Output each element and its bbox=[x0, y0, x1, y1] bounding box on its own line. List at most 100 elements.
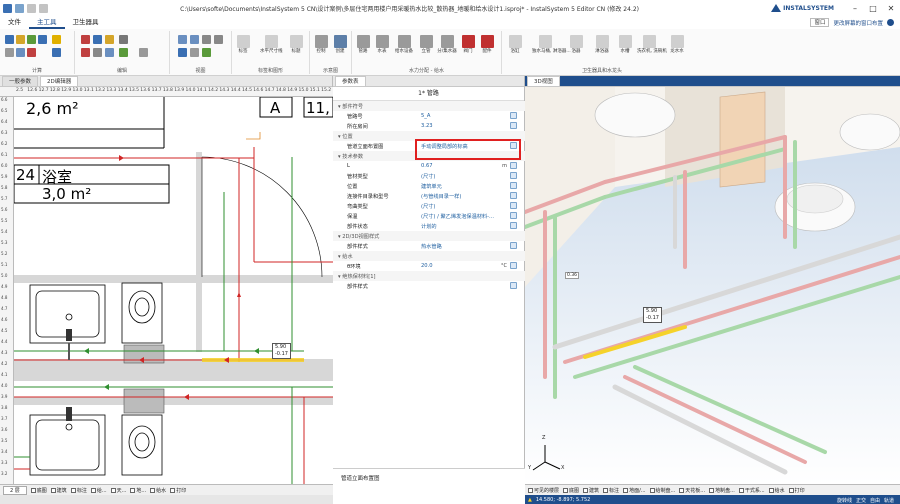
v3-layer-toggle-annotation[interactable]: 标注 bbox=[603, 487, 619, 494]
move-icon[interactable] bbox=[93, 48, 102, 57]
property-row[interactable]: 所在房间 3.23 bbox=[333, 121, 525, 131]
print-icon[interactable] bbox=[52, 48, 61, 57]
layer-toggle-annotation[interactable]: 标注 bbox=[70, 487, 87, 494]
tap-tool[interactable]: 龙水水 bbox=[667, 35, 687, 54]
app-icon[interactable] bbox=[3, 3, 12, 13]
v3-layer-toggle-panel[interactable]: 给制盘... bbox=[649, 487, 675, 494]
minimize-button[interactable]: – bbox=[846, 4, 864, 13]
property-section[interactable]: ▾ 绝热保材料[1] bbox=[333, 271, 525, 281]
property-row[interactable]: 部件样式 热水管路 bbox=[333, 241, 525, 251]
property-row[interactable]: L 0.67 m bbox=[333, 161, 525, 171]
view3d-elevation-tag[interactable]: 5.90 -0.17 bbox=[643, 307, 662, 323]
warning-icon[interactable] bbox=[52, 35, 61, 44]
window-layout-link[interactable]: 更改屏幕的窗口布置 bbox=[833, 19, 883, 27]
label-tool[interactable]: 标签 bbox=[235, 35, 251, 54]
layer-checkbox[interactable] bbox=[768, 487, 774, 493]
menu-sanitary[interactable]: 卫生器具 bbox=[65, 16, 107, 29]
property-row[interactable]: θ环境 20.0 °C bbox=[333, 261, 525, 271]
layer-checkbox[interactable] bbox=[738, 487, 744, 493]
property-edit-icon[interactable] bbox=[510, 112, 517, 119]
pipe-tool[interactable]: 管路 bbox=[355, 35, 371, 54]
save-icon[interactable] bbox=[15, 3, 24, 13]
valve-tool[interactable]: 阀门 bbox=[460, 35, 476, 54]
layer-toggle-floor[interactable]: 地... bbox=[130, 487, 146, 494]
doc-icon[interactable] bbox=[16, 48, 25, 57]
layer-checkbox[interactable] bbox=[649, 487, 655, 493]
layer-checkbox[interactable] bbox=[603, 487, 609, 493]
property-row[interactable]: 管材类型 (尺寸) bbox=[333, 171, 525, 181]
paste-icon[interactable] bbox=[105, 35, 114, 44]
property-value[interactable]: 20.0 bbox=[421, 263, 433, 269]
property-value[interactable]: 热水管路 bbox=[421, 243, 442, 250]
help-icon[interactable] bbox=[887, 19, 894, 26]
tab-general-params[interactable]: 一般参数 bbox=[2, 76, 39, 86]
property-value[interactable]: 5_A bbox=[421, 113, 430, 119]
layer-checkbox[interactable] bbox=[70, 487, 76, 493]
title-tool[interactable]: 标题 bbox=[288, 35, 304, 54]
floor-selector[interactable]: 2 层 bbox=[3, 485, 27, 495]
zoom-in-icon[interactable] bbox=[178, 35, 187, 44]
property-value[interactable]: (与管线目录一样) bbox=[421, 193, 461, 200]
cut-icon[interactable] bbox=[81, 35, 90, 44]
warning-icon[interactable]: ▲ bbox=[528, 497, 532, 503]
property-edit-icon[interactable] bbox=[510, 182, 517, 189]
toilet-tool[interactable]: 独水马桶, 淋浴器... bbox=[532, 35, 571, 54]
property-row[interactable]: 部件样式 bbox=[333, 281, 525, 291]
calc-icon[interactable] bbox=[5, 35, 14, 44]
layer-checkbox[interactable] bbox=[130, 487, 136, 493]
copy-icon[interactable] bbox=[93, 35, 102, 44]
property-row[interactable]: 连接件目录和型号 (与管线目录一样) bbox=[333, 191, 525, 201]
create-tool[interactable]: 创建 bbox=[332, 35, 348, 54]
table-icon[interactable] bbox=[38, 35, 47, 44]
property-row[interactable]: 部件状态 计划的 bbox=[333, 221, 525, 231]
riser-tool[interactable]: 立管 bbox=[418, 35, 434, 54]
bathtub-tool[interactable]: 浴缸 bbox=[507, 35, 523, 54]
undo-icon[interactable] bbox=[27, 3, 36, 13]
zoom-out-icon[interactable] bbox=[190, 35, 199, 44]
property-row[interactable]: 保温 (尺寸) / 聚乙烯发泡保温材料-... bbox=[333, 211, 525, 221]
property-edit-icon[interactable] bbox=[510, 202, 517, 209]
delete-icon[interactable] bbox=[81, 48, 90, 57]
tab-2d-editor[interactable]: 2D编辑器 bbox=[40, 76, 79, 86]
property-edit-icon[interactable] bbox=[510, 262, 517, 269]
layer-checkbox[interactable] bbox=[563, 487, 569, 493]
property-section[interactable]: ▾ 部件符号 bbox=[333, 101, 525, 111]
window-dropdown[interactable]: 窗口 bbox=[810, 18, 830, 27]
v3-layer-toggle-ceiling[interactable]: 天花板... bbox=[679, 487, 705, 494]
visible-floors-toggle[interactable]: 可见的楼层 bbox=[528, 487, 559, 494]
basin-tool[interactable]: 浴器 bbox=[566, 35, 586, 54]
folder-icon[interactable] bbox=[16, 35, 25, 44]
property-edit-icon[interactable] bbox=[510, 122, 517, 129]
refresh-icon[interactable] bbox=[202, 48, 211, 57]
property-value[interactable]: 0.67 bbox=[421, 163, 433, 169]
manifold-tool[interactable]: 分/集水器 bbox=[437, 35, 457, 54]
sink-tool[interactable]: 水槽 bbox=[617, 35, 633, 54]
shower-tool[interactable]: 淋浴器 bbox=[592, 35, 612, 54]
layer-toggle-building[interactable]: 建筑 bbox=[50, 487, 67, 494]
menu-file[interactable]: 文件 bbox=[0, 16, 29, 29]
grid-icon[interactable] bbox=[190, 48, 199, 57]
control-tool[interactable]: 控制 bbox=[313, 35, 329, 54]
view3d-canvas[interactable]: 5.90 -0.17 0.36 Z X Y bbox=[525, 87, 900, 484]
fit-icon[interactable] bbox=[214, 35, 223, 44]
property-row[interactable]: 位置 建筑单元 bbox=[333, 181, 525, 191]
select-icon[interactable] bbox=[119, 35, 128, 44]
layer-toggle-supply[interactable]: 给... bbox=[90, 487, 107, 494]
property-value[interactable]: 3.23 bbox=[421, 123, 433, 129]
property-section[interactable]: ▾ 给水 bbox=[333, 251, 525, 261]
property-edit-icon[interactable] bbox=[510, 192, 517, 199]
layer-checkbox[interactable] bbox=[583, 487, 589, 493]
mode-rotate[interactable]: 旋转线 bbox=[837, 497, 852, 504]
washer-tool[interactable]: 洗衣机, 洗碗机 bbox=[637, 35, 667, 54]
layer-checkbox[interactable] bbox=[50, 487, 56, 493]
mode-ortho[interactable]: 正交 bbox=[856, 497, 866, 504]
list-icon[interactable] bbox=[5, 48, 14, 57]
property-edit-icon[interactable] bbox=[510, 172, 517, 179]
dimension-tool[interactable]: 水平尺寸线 bbox=[260, 35, 283, 54]
property-edit-icon[interactable] bbox=[510, 162, 517, 169]
layer-checkbox[interactable] bbox=[150, 487, 156, 493]
layer-checkbox[interactable] bbox=[623, 487, 629, 493]
property-edit-icon[interactable] bbox=[510, 222, 517, 229]
equipment-tool[interactable]: 给水设备 bbox=[394, 35, 414, 54]
fitting-tool[interactable]: 配件 bbox=[479, 35, 495, 54]
